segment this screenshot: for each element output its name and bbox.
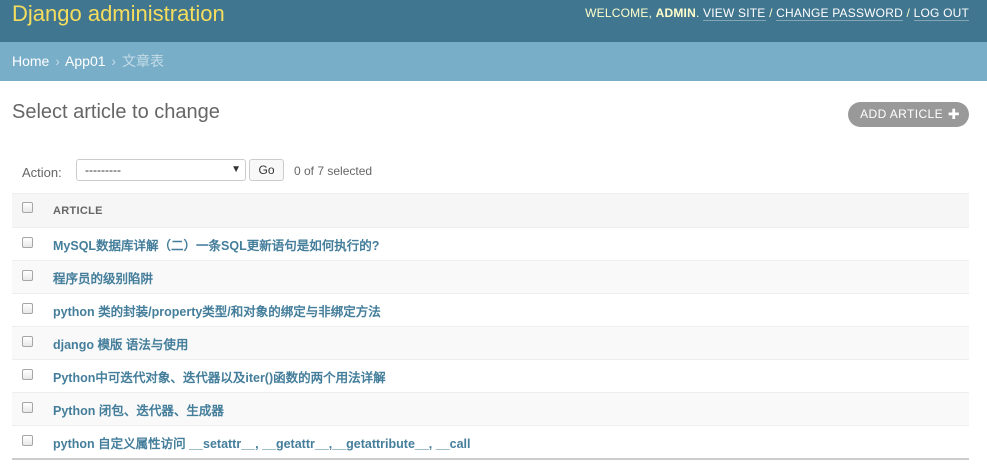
row-checkbox[interactable] bbox=[22, 236, 33, 248]
site-title[interactable]: Django administration bbox=[12, 0, 225, 28]
view-site-link[interactable]: VIEW SITE bbox=[703, 6, 766, 21]
row-checkbox[interactable] bbox=[22, 434, 33, 446]
action-select-value: --------- bbox=[85, 163, 121, 177]
add-article-button[interactable]: ADD ARTICLE ✚ bbox=[848, 102, 969, 127]
welcome-text: WELCOME, bbox=[585, 6, 653, 20]
header: Django administration WELCOME, ADMIN. VI… bbox=[0, 0, 987, 42]
breadcrumb-separator: › bbox=[111, 53, 117, 69]
action-label: Action: bbox=[22, 165, 62, 180]
article-link[interactable]: 程序员的级别陷阱 bbox=[53, 272, 153, 286]
breadcrumb: Home › App01 › 文章表 bbox=[0, 42, 987, 81]
breadcrumb-current: 文章表 bbox=[121, 53, 164, 69]
row-checkbox[interactable] bbox=[22, 269, 33, 281]
table-row: python 自定义属性访问 __setattr__, __getattr__,… bbox=[12, 425, 969, 460]
separator: / bbox=[769, 6, 773, 20]
column-header-article[interactable]: ARTICLE bbox=[53, 193, 969, 228]
username: ADMIN bbox=[655, 6, 696, 20]
breadcrumb-separator: › bbox=[55, 53, 60, 69]
table-row: MySQL数据库详解（二）一条SQL更新语句是如何执行的? bbox=[12, 227, 969, 261]
results-table: ARTICLE MySQL数据库详解（二）一条SQL更新语句是如何执行的? 程序… bbox=[12, 193, 969, 460]
row-checkbox[interactable] bbox=[22, 401, 33, 413]
table-row: python 类的封装/property类型/和对象的绑定与非绑定方法 bbox=[12, 293, 969, 327]
go-button[interactable]: Go bbox=[249, 159, 284, 181]
article-link[interactable]: MySQL数据库详解（二）一条SQL更新语句是如何执行的? bbox=[53, 239, 379, 253]
change-password-link[interactable]: CHANGE PASSWORD bbox=[776, 6, 903, 21]
page-title: Select article to change bbox=[12, 101, 220, 123]
breadcrumb-app[interactable]: App01 bbox=[65, 53, 105, 69]
article-link[interactable]: python 自定义属性访问 __setattr__, __getattr__,… bbox=[53, 437, 471, 451]
article-link[interactable]: python 类的封装/property类型/和对象的绑定与非绑定方法 bbox=[53, 305, 381, 319]
separator: / bbox=[906, 6, 911, 20]
breadcrumb-home[interactable]: Home bbox=[12, 53, 49, 69]
selection-counter: 0 of 7 selected bbox=[294, 164, 373, 178]
article-link[interactable]: Python中可迭代对象、迭代器以及iter()函数的两个用法详解 bbox=[53, 371, 386, 385]
row-checkbox[interactable] bbox=[22, 368, 33, 380]
actions-bar: Action: --------- ▼ Go 0 of 7 selected bbox=[12, 156, 969, 186]
user-tools: WELCOME, ADMIN. VIEW SITE / CHANGE PASSW… bbox=[585, 6, 969, 21]
chevron-down-icon: ▼ bbox=[231, 164, 241, 175]
article-link[interactable]: django 模版 语法与使用 bbox=[53, 338, 188, 352]
add-article-label: ADD ARTICLE bbox=[860, 107, 943, 121]
select-all-cell bbox=[12, 193, 53, 228]
table-row: Python 闭包、迭代器、生成器 bbox=[12, 392, 969, 426]
action-select[interactable]: --------- ▼ bbox=[76, 159, 246, 181]
table-row: Python中可迭代对象、迭代器以及iter()函数的两个用法详解 bbox=[12, 359, 969, 393]
row-checkbox[interactable] bbox=[22, 302, 33, 314]
row-checkbox[interactable] bbox=[22, 335, 33, 347]
select-all-checkbox[interactable] bbox=[22, 202, 33, 214]
table-header-row: ARTICLE bbox=[12, 193, 969, 228]
table-row: django 模版 语法与使用 bbox=[12, 326, 969, 360]
log-out-link[interactable]: LOG OUT bbox=[913, 6, 969, 21]
article-link[interactable]: Python 闭包、迭代器、生成器 bbox=[53, 404, 224, 418]
plus-icon: ✚ bbox=[947, 106, 960, 122]
table-row: 程序员的级别陷阱 bbox=[12, 260, 969, 294]
